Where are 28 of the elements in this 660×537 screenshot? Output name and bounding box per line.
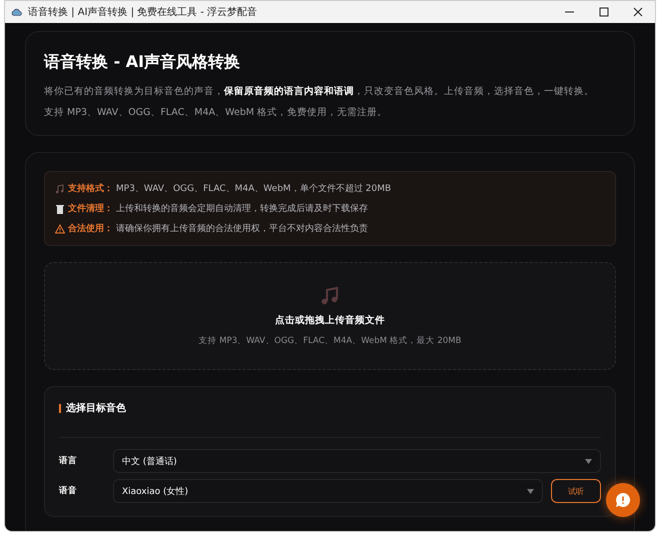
formats-note: 支持 MP3、WAV、OGG、FLAC、M4A、WebM 格式，免费使用，无需注册。	[44, 106, 388, 119]
caret-icon	[527, 488, 534, 494]
notice-label: 合法使用：	[68, 222, 113, 235]
caret-icon	[585, 458, 592, 464]
chat-bubble-icon	[615, 492, 631, 508]
notice-text: 上传和转换的音频会定期自动清理，转换完成后请及时下载保存	[116, 202, 368, 215]
notice-label: 文件清理：	[68, 202, 113, 215]
notice-text: 请确保你拥有上传音频的合法使用权，平台不对内容合法性负责	[116, 222, 368, 235]
upload-hint: 支持 MP3、WAV、OGG、FLAC、M4A、WebM 格式，最大 20MB	[198, 334, 462, 346]
field-label: 语音	[59, 485, 78, 497]
section-title: 选择目标音色	[66, 401, 126, 415]
notice-label: 支持格式：	[68, 182, 113, 195]
select-dropdown[interactable]: Xiaoxiao (女性)	[113, 479, 543, 503]
music-note-icon	[55, 184, 65, 194]
page-title: 语音转换 - AI声音风格转换	[44, 52, 242, 73]
cloud-icon	[11, 8, 22, 16]
notice-text: MP3、WAV、OGG、FLAC、M4A、WebM，单个文件不超过 20MB	[116, 182, 392, 195]
trash-icon	[55, 204, 65, 214]
upload-title: 点击或拖拽上传音频文件	[275, 314, 385, 326]
description-text: 将你已有的音频转换为目标音色的声音，保留原音频的语言内容和语调，只改变音色风格。上传音频，选择音色，一键转换。	[44, 85, 595, 98]
upload-dropzone[interactable]: 点击或拖拽上传音频文件 支持 MP3、WAV、OGG、FLAC、M4A、WebM 格式，最大 20MB	[44, 262, 616, 370]
window-title: 语音转换 | AI声音转换 | 免费在线工具 - 浮云梦配音	[28, 6, 258, 19]
accent-bar	[59, 404, 61, 412]
music-note-icon	[320, 286, 340, 306]
field-label: 语言	[59, 455, 78, 467]
select-dropdown[interactable]: 中文 (普通话)	[113, 449, 601, 473]
preview-button[interactable]: 试听	[551, 479, 601, 503]
warning-icon	[55, 224, 65, 234]
